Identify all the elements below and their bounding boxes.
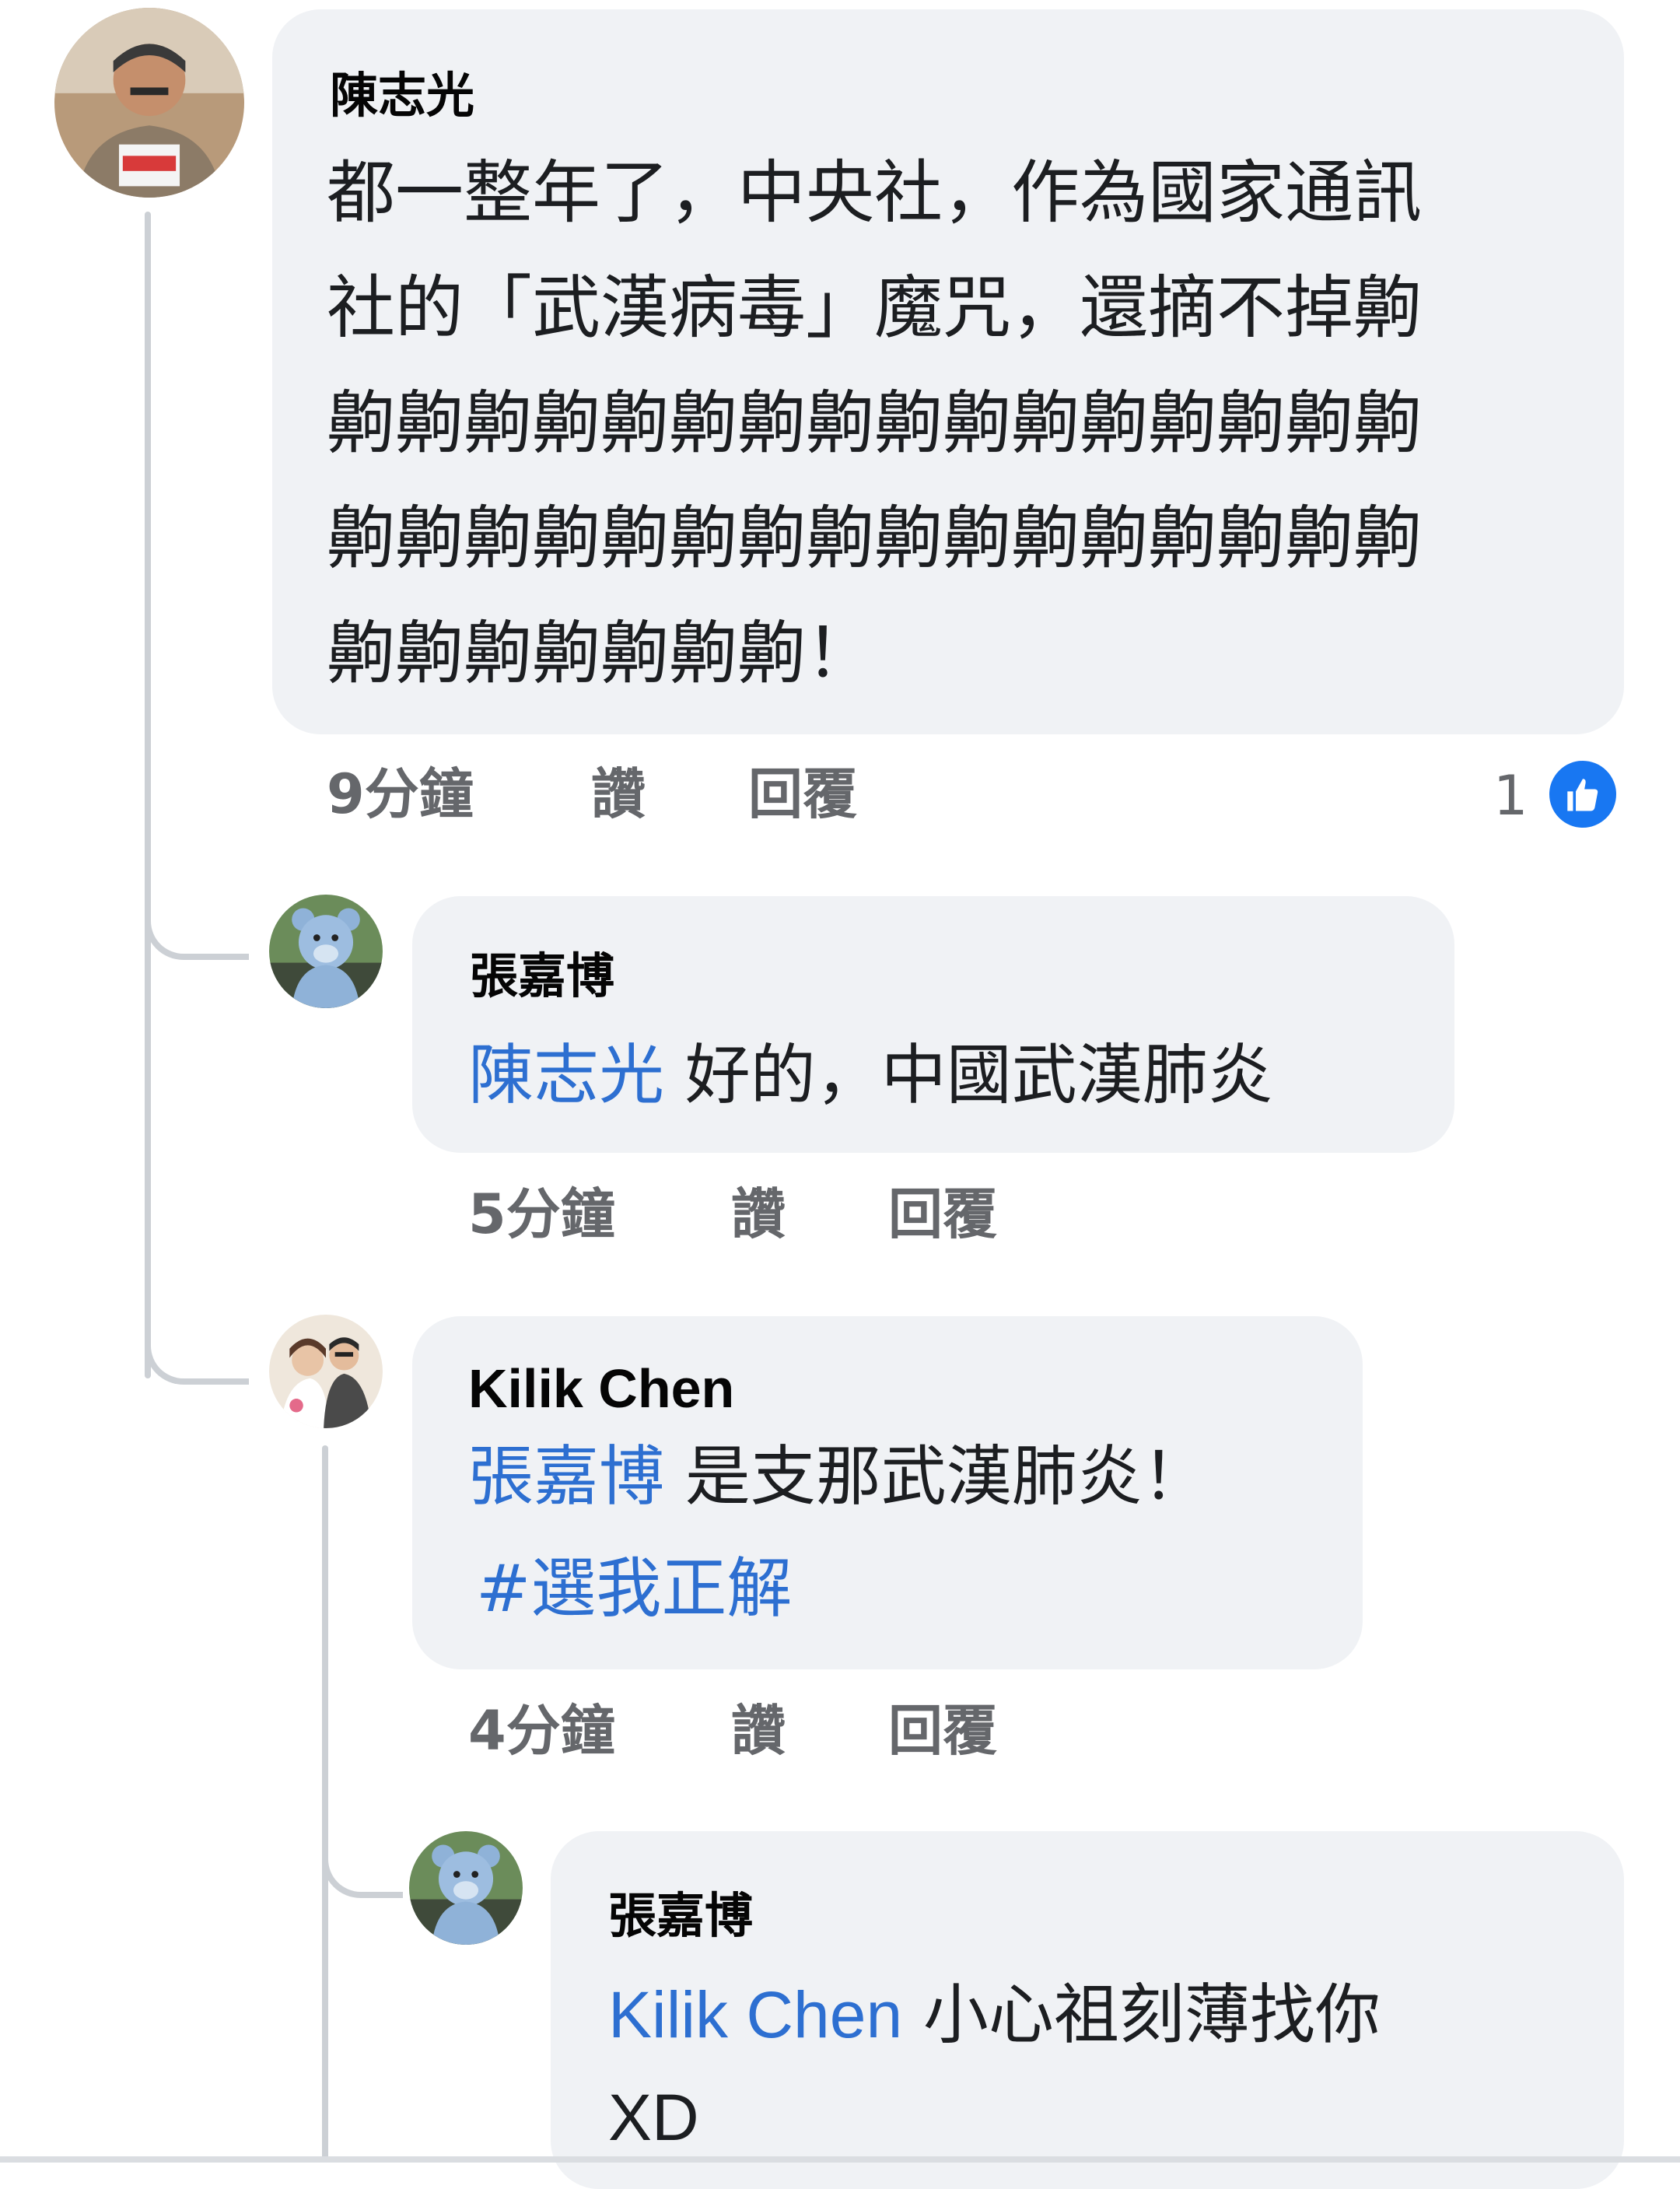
mention-link-2[interactable]: 陳志光 (468, 1037, 664, 1113)
thread-curve-reply-1 (145, 879, 249, 960)
avatar-zhang-jiabo-2[interactable] (409, 1831, 523, 1945)
avatar-chen-zhiguang[interactable] (54, 8, 244, 198)
comment-text-4: Kilik Chen 小心祖刻薄找你 (608, 1982, 1381, 2047)
comment-author-2[interactable]: 張嘉博 (470, 952, 614, 1000)
reply-button-3[interactable]: 回覆 (888, 1704, 997, 1758)
like-button-2[interactable]: 讚 (731, 1187, 786, 1242)
thread-curve-reply-3 (322, 1812, 403, 1898)
comment-body-2: 好的，中國武漢肺炎 (684, 1037, 1273, 1113)
comment-author-3[interactable]: Kilik Chen (468, 1361, 734, 1416)
comment-text-3: 張嘉博 是支那武漢肺炎！ (468, 1444, 1208, 1509)
comment-author-4[interactable]: 張嘉博 (608, 1892, 753, 1940)
hashtag-link[interactable]: #選我正解 (476, 1556, 792, 1621)
comment-author-1[interactable]: 陳志光 (330, 72, 474, 120)
comment-text-1-line-1: 都一整年了，中央社，作為國家通訊 (327, 152, 1423, 233)
comment-text-1-line-5: 齁齁齁齁齁齁齁！ (327, 613, 875, 693)
user-photo-icon (409, 1831, 523, 1945)
comment-text-2: 陳志光 好的，中國武漢肺炎 (468, 1042, 1273, 1108)
thread-curve-reply-2 (145, 1304, 249, 1385)
comment-text-1-line-3: 齁齁齁齁齁齁齁齁齁齁齁齁齁齁齁齁 (327, 383, 1423, 463)
comment-time-1[interactable]: 9分鐘 (327, 767, 474, 821)
reply-button-1[interactable]: 回覆 (748, 767, 857, 821)
comment-body-4: 小心祖刻薄找你 (922, 1977, 1381, 2053)
comment-time-2[interactable]: 5分鐘 (468, 1187, 615, 1242)
comment-time-3[interactable]: 4分鐘 (468, 1704, 615, 1758)
avatar-zhang-jiabo-1[interactable] (269, 895, 383, 1008)
comment-text-4-line-2: XD (608, 2081, 699, 2154)
mention-link-3[interactable]: 張嘉博 (468, 1438, 664, 1515)
user-photo-icon (269, 895, 383, 1008)
comment-body-3: 是支那武漢肺炎！ (684, 1438, 1208, 1515)
comment-bubble-2 (412, 896, 1454, 1153)
like-button-3[interactable]: 讚 (731, 1704, 786, 1758)
thread-line-main (145, 212, 151, 1378)
comment-text-1-line-4: 齁齁齁齁齁齁齁齁齁齁齁齁齁齁齁齁 (327, 498, 1423, 578)
thumbs-up-icon[interactable] (1545, 756, 1621, 832)
thread-line-nested (322, 1445, 328, 2161)
avatar-kilik-chen[interactable] (269, 1315, 383, 1428)
comment-text-1-line-2: 社的「武漢病毒」魔咒，還摘不掉齁 (327, 268, 1423, 348)
like-button-1[interactable]: 讚 (591, 767, 646, 821)
mention-link-4[interactable]: Kilik Chen (608, 1978, 902, 2051)
user-photo-icon (269, 1315, 383, 1428)
user-photo-icon (54, 8, 244, 198)
screen-bottom-divider (0, 2156, 1680, 2163)
reply-button-2[interactable]: 回覆 (888, 1187, 997, 1242)
reaction-count-1[interactable]: 1 (1493, 769, 1528, 823)
